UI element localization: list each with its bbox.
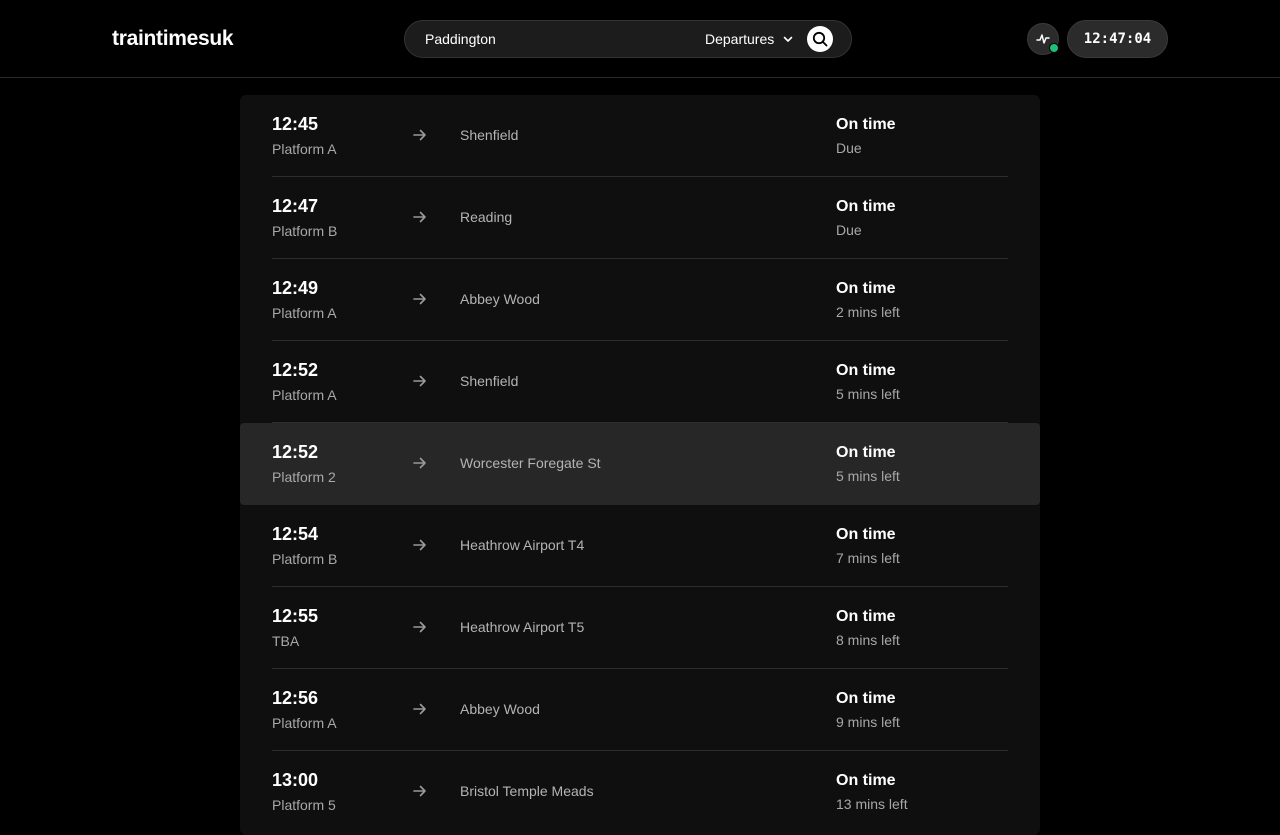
departure-platform: Platform A	[272, 305, 337, 321]
departure-destination: Abbey Wood	[460, 701, 540, 717]
departure-destination: Reading	[460, 209, 513, 225]
arrow-right-icon	[413, 211, 426, 223]
departure-row[interactable]: 13:00 Platform 5 Bristol Temple Meads On…	[240, 751, 1040, 833]
departure-destination: Abbey Wood	[460, 291, 540, 307]
departure-destination: Bristol Temple Meads	[460, 783, 594, 799]
departure-time: 12:47	[272, 196, 319, 216]
departure-time: 12:52	[272, 360, 319, 380]
departure-time: 12:52	[272, 442, 319, 462]
departure-destination: Worcester Foregate St	[460, 455, 601, 471]
departure-row[interactable]: 12:45 Platform A Shenfield On time Due	[240, 95, 1040, 177]
departure-row[interactable]: 12:55 TBA Heathrow Airport T5 On time 8 …	[240, 587, 1040, 669]
departure-status: On time	[836, 198, 896, 215]
departure-status: On time	[836, 362, 896, 379]
departure-time: 12:45	[272, 114, 319, 134]
board-mode-label: Departures	[705, 31, 775, 47]
departure-platform: Platform A	[272, 387, 337, 403]
departure-platform: Platform A	[272, 141, 337, 157]
search-button[interactable]	[807, 26, 833, 52]
departure-eta: 2 mins left	[836, 304, 900, 320]
live-status-button[interactable]	[1027, 23, 1059, 55]
departure-platform: Platform B	[272, 223, 338, 239]
departure-destination: Heathrow Airport T5	[460, 619, 585, 635]
departure-status: On time	[836, 608, 896, 625]
arrow-right-icon	[413, 293, 426, 305]
activity-icon	[1036, 34, 1050, 44]
departure-destination: Shenfield	[460, 373, 519, 389]
departure-platform: Platform 2	[272, 469, 336, 485]
departure-status: On time	[836, 690, 896, 707]
departures-board: 12:45 Platform A Shenfield On time Due 1…	[240, 95, 1040, 835]
departure-row-selected[interactable]: 12:52 Platform 2 Worcester Foregate St O…	[240, 423, 1040, 505]
live-status-dot	[1049, 43, 1059, 53]
departure-eta: 9 mins left	[836, 714, 900, 730]
departure-eta: 7 mins left	[836, 550, 900, 566]
top-bar: traintimesuk Departures 12:47:04	[0, 0, 1280, 78]
departure-row[interactable]: 12:52 Platform A Shenfield On time 5 min…	[240, 341, 1040, 423]
chevron-down-icon	[783, 36, 793, 42]
departure-time: 13:00	[272, 770, 319, 790]
departure-time: 12:54	[272, 524, 319, 544]
departure-row[interactable]: 12:56 Platform A Abbey Wood On time 9 mi…	[240, 669, 1040, 751]
departure-eta: Due	[836, 140, 862, 156]
departure-status: On time	[836, 772, 896, 789]
station-search-bar: Departures	[404, 20, 852, 58]
departure-platform: Platform B	[272, 551, 338, 567]
departure-row[interactable]: 12:54 Platform B Heathrow Airport T4 On …	[240, 505, 1040, 587]
search-icon	[812, 31, 828, 47]
arrow-right-icon	[413, 621, 426, 633]
departure-platform: TBA	[272, 633, 300, 649]
departure-status: On time	[836, 116, 896, 133]
arrow-right-icon	[413, 539, 426, 551]
departure-platform: Platform A	[272, 715, 337, 731]
arrow-right-icon	[413, 129, 426, 141]
departure-eta: 5 mins left	[836, 386, 900, 402]
arrow-right-icon	[413, 703, 426, 715]
departure-destination: Shenfield	[460, 127, 519, 143]
departure-platform: Platform 5	[272, 797, 336, 813]
current-time-clock: 12:47:04	[1067, 20, 1168, 58]
departure-destination: Heathrow Airport T4	[460, 537, 585, 553]
departure-row[interactable]: 12:47 Platform B Reading On time Due	[240, 177, 1040, 259]
departure-time: 12:49	[272, 278, 319, 298]
departure-eta: 13 mins left	[836, 796, 908, 812]
brand-logo[interactable]: traintimesuk	[112, 27, 234, 51]
departure-time: 12:56	[272, 688, 319, 708]
departure-status: On time	[836, 444, 896, 461]
departure-status: On time	[836, 526, 896, 543]
arrow-right-icon	[413, 785, 426, 797]
departure-eta: 8 mins left	[836, 632, 900, 648]
board-mode-select[interactable]: Departures	[705, 21, 794, 57]
departure-status: On time	[836, 280, 896, 297]
arrow-right-icon	[413, 375, 426, 387]
departure-row[interactable]: 12:49 Platform A Abbey Wood On time 2 mi…	[240, 259, 1040, 341]
station-search-input[interactable]	[425, 21, 685, 57]
arrow-right-icon	[413, 457, 426, 469]
departure-time: 12:55	[272, 606, 319, 626]
departure-eta: 5 mins left	[836, 468, 900, 484]
departure-eta: Due	[836, 222, 862, 238]
